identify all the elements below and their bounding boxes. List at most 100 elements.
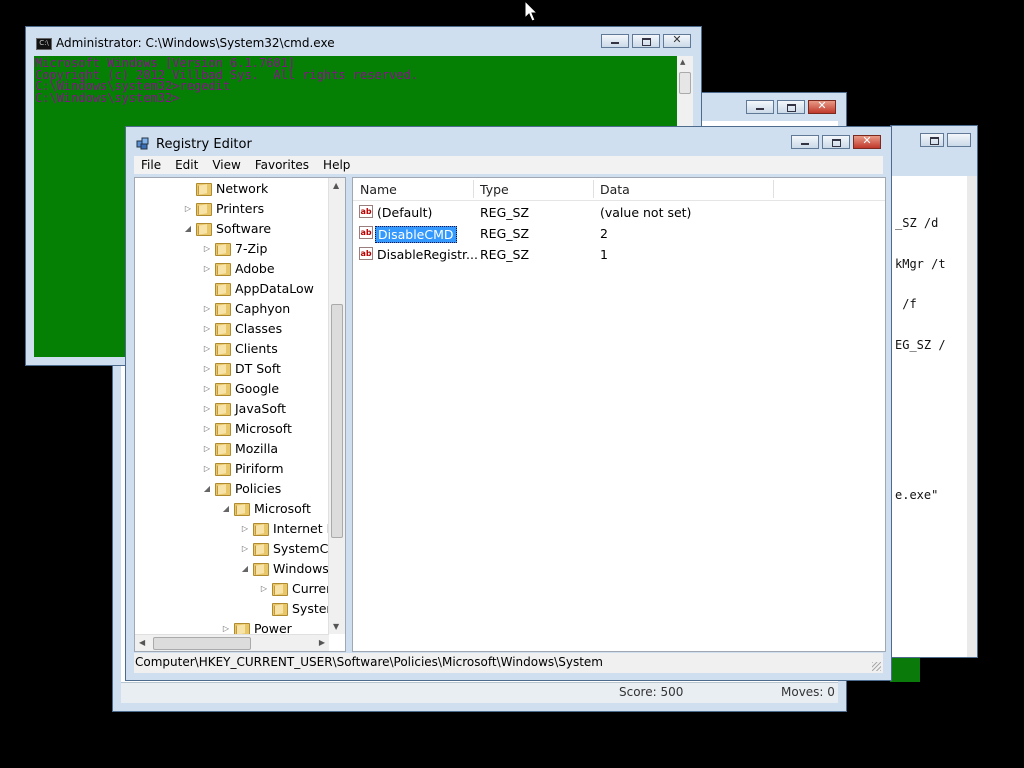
menu-edit[interactable]: Edit [168,158,205,172]
tree-node[interactable]: ▷ SystemCe [240,538,336,558]
menu-favorites[interactable]: Favorites [248,158,316,172]
column-divider[interactable] [593,180,594,198]
expand-arrow-icon[interactable]: ▷ [202,464,212,473]
minimize-button[interactable] [746,100,774,114]
tree-node[interactable]: ▷ Printers [183,198,264,218]
menu-view[interactable]: View [205,158,247,172]
minimize-button[interactable] [601,34,629,48]
tree-node-label: Mozilla [235,440,279,456]
right-window-scrollbar[interactable] [967,176,977,657]
folder-icon [234,622,250,636]
close-button[interactable]: ✕ [663,33,691,48]
tree-node[interactable]: System [259,598,339,618]
folder-icon [215,262,231,276]
menu-help[interactable]: Help [316,158,357,172]
folder-icon [215,362,231,376]
expand-arrow-icon[interactable]: ▷ [240,524,250,533]
maximize-button[interactable] [777,100,805,114]
tree-node[interactable]: ◢ Software [183,218,271,238]
expand-arrow-icon[interactable]: ▷ [202,264,212,273]
expand-arrow-icon[interactable]: ▷ [202,384,212,393]
collapse-arrow-icon[interactable]: ◢ [240,564,250,573]
tree-node[interactable]: ▷ Classes [202,318,282,338]
registry-key-tree[interactable]: ▷ Power System ▷ Curren ◢ Windows ▷ SystemCe ▷ Int… [134,177,346,652]
tree-node[interactable]: ◢ Microsoft [221,498,311,518]
scroll-down-arrow-icon[interactable]: ▼ [333,622,339,631]
right-window-text-area[interactable]: _SZ /d kMgr /t /f EG_SZ / e.exe" [891,176,967,657]
maximize-button[interactable] [632,34,660,48]
expand-arrow-icon[interactable]: ▷ [202,324,212,333]
expand-arrow-icon[interactable]: ▷ [202,444,212,453]
registry-editor-window[interactable]: Registry Editor File Edit View Favorites… [125,126,892,681]
tree-node[interactable]: ▷ Microsoft [202,418,292,438]
expand-arrow-icon[interactable]: ▷ [202,364,212,373]
tree-node[interactable]: ▷ Curren [259,578,334,598]
column-divider[interactable] [473,180,474,198]
cmd-window-controls: ✕ [598,33,691,48]
value-name-selected: DisableCMD [375,226,457,243]
tree-node[interactable]: ▷ Clients [202,338,278,358]
right-window[interactable]: _SZ /d kMgr /t /f EG_SZ / e.exe" [890,125,978,658]
console-scroll-thumb[interactable] [679,72,691,94]
tree-node[interactable]: ◢ Policies [202,478,281,498]
close-button[interactable] [947,133,971,147]
expand-arrow-icon[interactable]: ▷ [221,624,231,633]
column-header-type[interactable]: Type [480,182,509,197]
expand-arrow-icon[interactable]: ▷ [202,244,212,253]
expand-arrow-icon[interactable]: ▷ [202,424,212,433]
tree-node[interactable]: ▷ Adobe [202,258,275,278]
value-row-disablecmd[interactable]: ab DisableCMD REG_SZ 2 [353,223,885,244]
column-header-data[interactable]: Data [600,182,630,197]
tree-node[interactable]: ▷ Internet E [240,518,335,538]
expand-arrow-icon[interactable]: ▷ [259,584,269,593]
tree-node[interactable]: ▷ 7-Zip [202,238,267,258]
tree-node[interactable]: ▷ Caphyon [202,298,290,318]
tree-vertical-scrollbar[interactable]: ▲ ▼ [328,178,345,634]
close-button[interactable] [808,99,836,114]
tree-node-label: Internet E [273,520,335,536]
value-data: 2 [600,226,608,241]
folder-icon [196,202,212,216]
resize-grip[interactable] [872,662,881,671]
expand-arrow-icon[interactable]: ▷ [202,344,212,353]
folder-icon [215,462,231,476]
value-row-disableregistry[interactable]: ab DisableRegistr... REG_SZ 1 [353,244,885,265]
maximize-button[interactable] [822,135,850,149]
collapse-arrow-icon[interactable]: ◢ [183,224,193,233]
tree-node[interactable]: ▷ Google [202,378,279,398]
close-button[interactable] [853,134,881,149]
tree-node[interactable]: ▷ Piriform [202,458,284,478]
tree-horizontal-thumb[interactable] [153,637,251,650]
tree-node[interactable]: ▷ Mozilla [202,438,278,458]
minimize-button[interactable] [791,135,819,149]
tree-node[interactable]: Network [183,178,268,198]
collapse-arrow-icon[interactable]: ◢ [202,484,212,493]
value-row-default[interactable]: ab (Default) REG_SZ (value not set) [353,202,885,223]
mouse-pointer-icon [524,0,539,22]
scroll-right-arrow-icon[interactable]: ▶ [319,638,325,647]
right-window-controls [917,133,971,147]
tree-horizontal-scrollbar[interactable]: ◀ ▶ [135,634,329,651]
expand-arrow-icon[interactable]: ▷ [202,404,212,413]
column-header-name[interactable]: Name [360,182,397,197]
scroll-up-arrow-icon[interactable]: ▲ [680,58,685,66]
tree-node[interactable]: ▷ DT Soft [202,358,281,378]
folder-icon [215,402,231,416]
collapse-arrow-icon[interactable]: ◢ [221,504,231,513]
maximize-button[interactable] [920,133,944,147]
scroll-left-arrow-icon[interactable]: ◀ [139,638,145,647]
value-name: (Default) [377,205,433,220]
expand-arrow-icon[interactable]: ▷ [240,544,250,553]
column-divider[interactable] [773,180,774,198]
tree-node[interactable]: AppDataLow [202,278,314,298]
expand-arrow-icon[interactable]: ▷ [202,304,212,313]
tree-vertical-thumb[interactable] [331,304,343,538]
tree-node[interactable]: ▷ JavaSoft [202,398,286,418]
expand-arrow-icon[interactable]: ▷ [183,204,193,213]
cmd-window-title: Administrator: C:\Windows\System32\cmd.e… [56,36,335,50]
scroll-up-arrow-icon[interactable]: ▲ [333,181,339,190]
registry-values-list[interactable]: Name Type Data ab (Default) REG_SZ (valu… [352,177,886,652]
value-type: REG_SZ [480,247,530,262]
tree-node[interactable]: ◢ Windows [240,558,329,578]
menu-file[interactable]: File [134,158,168,172]
